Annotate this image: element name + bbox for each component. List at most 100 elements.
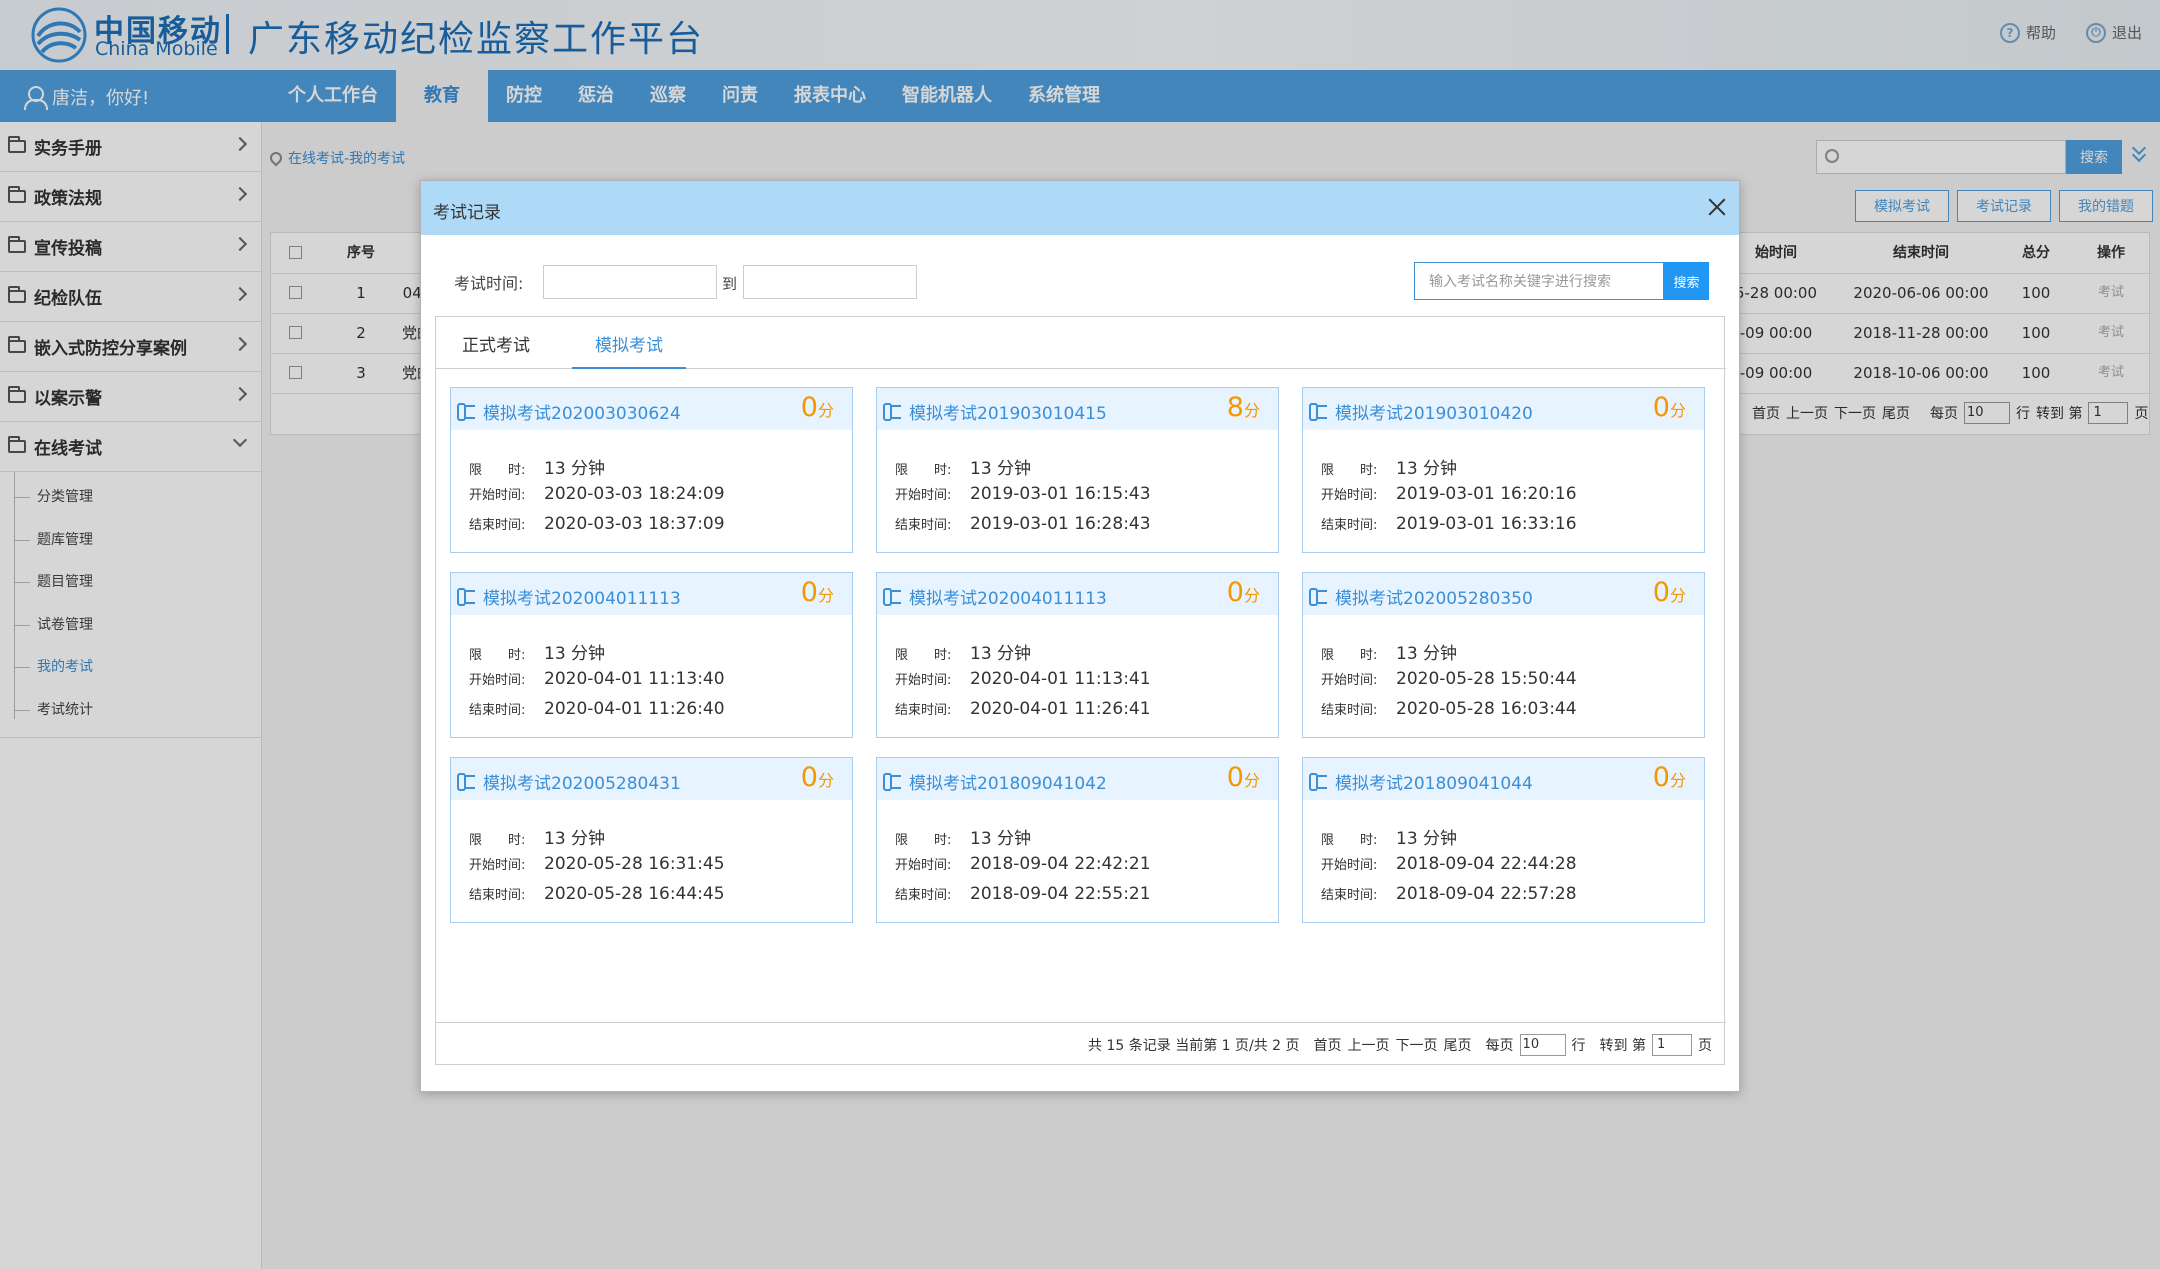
exam-record-card: 模拟考试201809041044 0分限 时: 13 分钟 开始时间: 2018-09-…	[1302, 757, 1705, 923]
exam-name-link[interactable]: 模拟考试202003030624	[483, 399, 681, 424]
close-icon[interactable]	[1705, 195, 1729, 219]
tab-formal-exam[interactable]: 正式考试	[446, 317, 546, 369]
time-limit-row: 限 时: 13 分钟	[469, 639, 605, 664]
exam-record-card: 模拟考试202005280350 0分限 时: 13 分钟 开始时间: 2020-05-…	[1302, 572, 1705, 738]
rows-unit-label: 行	[1571, 1038, 1586, 1054]
exam-list-icon	[883, 773, 901, 791]
end-date-input[interactable]	[743, 265, 917, 299]
page-unit-label: 页	[1698, 1038, 1712, 1054]
exam-score: 0分	[801, 762, 834, 793]
keyword-search-input[interactable]	[1414, 262, 1664, 300]
exam-name-link[interactable]: 模拟考试202004011113	[483, 584, 681, 609]
last-page-link[interactable]: 尾页	[1444, 1035, 1472, 1055]
start-date-input[interactable]	[543, 265, 717, 299]
exam-name-link[interactable]: 模拟考试202004011113	[909, 584, 1107, 609]
end-time-row: 结束时间: 2018-09-04 22:55:21	[895, 884, 1151, 904]
end-time-label: 结束时间:	[895, 703, 952, 718]
time-limit-row: 限 时: 13 分钟	[1321, 824, 1457, 849]
start-time-row: 开始时间: 2020-04-01 11:13:40	[469, 669, 725, 689]
start-time-row: 开始时间: 2020-05-28 15:50:44	[1321, 669, 1577, 689]
start-time-label: 开始时间:	[1321, 488, 1378, 503]
time-limit-row: 限 时: 13 分钟	[1321, 639, 1457, 664]
exam-record-card: 模拟考试201903010415 8分限 时: 13 分钟 开始时间: 2019-03-…	[876, 387, 1279, 553]
end-time-row: 结束时间: 2020-03-03 18:37:09	[469, 514, 725, 534]
time-limit-label: 限 时:	[469, 648, 526, 663]
exam-score: 0分	[1227, 762, 1260, 793]
end-time-value: 2019-03-01 16:28:43	[970, 514, 1151, 534]
time-limit-row: 限 时: 13 分钟	[895, 639, 1031, 664]
score-value: 0	[1226, 577, 1244, 608]
goto-page-input[interactable]: 1	[1652, 1034, 1692, 1056]
per-page-select[interactable]: 10	[1519, 1034, 1566, 1056]
exam-list-icon	[883, 403, 901, 421]
exam-name-link[interactable]: 模拟考试201903010415	[909, 399, 1107, 424]
end-time-label: 结束时间:	[895, 518, 952, 533]
start-time-value: 2020-03-03 18:24:09	[544, 484, 725, 504]
exam-time-label: 考试时间:	[454, 274, 524, 293]
time-limit-label: 限 时:	[1321, 648, 1378, 663]
exam-list-icon	[457, 588, 475, 606]
end-time-label: 结束时间:	[469, 703, 526, 718]
time-limit-label: 限 时:	[895, 463, 952, 478]
exam-name-link[interactable]: 模拟考试201903010420	[1335, 399, 1533, 424]
exam-record-card: 模拟考试202005280431 0分限 时: 13 分钟 开始时间: 2020-05-…	[450, 757, 853, 923]
next-page-link[interactable]: 下一页	[1396, 1035, 1438, 1055]
end-time-value: 2020-03-03 18:37:09	[544, 514, 725, 534]
exam-name-link[interactable]: 模拟考试201809041044	[1335, 769, 1533, 794]
time-limit-row: 限 时: 13 分钟	[469, 824, 605, 849]
end-time-label: 结束时间:	[1321, 518, 1378, 533]
exam-record-card: 模拟考试201903010420 0分限 时: 13 分钟 开始时间: 2019-03-…	[1302, 387, 1705, 553]
score-unit: 分	[817, 401, 834, 420]
end-time-value: 2020-05-28 16:44:45	[544, 884, 725, 904]
score-value: 0	[800, 762, 818, 793]
start-time-label: 开始时间:	[895, 673, 952, 688]
exam-list-icon	[457, 773, 475, 791]
card-header: 模拟考试201903010415 8分	[877, 388, 1278, 430]
pager-summary: 共 15 条记录 当前第 1 页/共 2 页	[1088, 1038, 1300, 1054]
exam-score: 0分	[801, 577, 834, 608]
time-limit-value: 13 分钟	[544, 829, 606, 849]
exam-record-card: 模拟考试202003030624 0分限 时: 13 分钟 开始时间: 2020-03-…	[450, 387, 853, 553]
start-time-row: 开始时间: 2020-04-01 11:13:41	[895, 669, 1151, 689]
score-value: 8	[1226, 392, 1244, 423]
score-value: 0	[800, 577, 818, 608]
start-time-value: 2020-04-01 11:13:41	[970, 669, 1151, 689]
prev-page-link[interactable]: 上一页	[1348, 1035, 1390, 1055]
start-time-label: 开始时间:	[895, 488, 952, 503]
end-time-value: 2020-05-28 16:03:44	[1396, 699, 1577, 719]
card-header: 模拟考试202004011113 0分	[451, 573, 852, 615]
exam-list-icon	[1309, 588, 1327, 606]
exam-list-icon	[1309, 403, 1327, 421]
exam-name-link[interactable]: 模拟考试202005280431	[483, 769, 681, 794]
end-time-row: 结束时间: 2019-03-01 16:28:43	[895, 514, 1151, 534]
exam-list-icon	[457, 403, 475, 421]
exam-type-tabs: 正式考试 模拟考试	[436, 317, 1726, 369]
start-time-row: 开始时间: 2019-03-01 16:15:43	[895, 484, 1151, 504]
card-header: 模拟考试202005280431 0分	[451, 758, 852, 800]
end-time-value: 2020-04-01 11:26:40	[544, 699, 725, 719]
exam-record-card: 模拟考试201809041042 0分限 时: 13 分钟 开始时间: 2018-09-…	[876, 757, 1279, 923]
time-limit-label: 限 时:	[469, 833, 526, 848]
keyword-search-button[interactable]: 搜索	[1664, 262, 1709, 300]
time-limit-value: 13 分钟	[970, 459, 1032, 479]
start-time-label: 开始时间:	[469, 488, 526, 503]
start-time-row: 开始时间: 2019-03-01 16:20:16	[1321, 484, 1577, 504]
exam-name-link[interactable]: 模拟考试201809041042	[909, 769, 1107, 794]
start-time-label: 开始时间:	[1321, 673, 1378, 688]
time-limit-value: 13 分钟	[1396, 459, 1458, 479]
start-time-row: 开始时间: 2018-09-04 22:42:21	[895, 854, 1151, 874]
tab-mock-exam[interactable]: 模拟考试	[572, 317, 686, 369]
time-limit-label: 限 时:	[469, 463, 526, 478]
score-value: 0	[1652, 392, 1670, 423]
modal-header: 考试记录	[421, 181, 1739, 235]
time-limit-value: 13 分钟	[544, 459, 606, 479]
time-limit-label: 限 时:	[895, 833, 952, 848]
to-label: 到	[722, 275, 738, 293]
time-limit-label: 限 时:	[895, 648, 952, 663]
end-time-value: 2018-09-04 22:55:21	[970, 884, 1151, 904]
first-page-link[interactable]: 首页	[1314, 1035, 1342, 1055]
card-header: 模拟考试201809041044 0分	[1303, 758, 1704, 800]
exam-name-link[interactable]: 模拟考试202005280350	[1335, 584, 1533, 609]
time-limit-value: 13 分钟	[1396, 829, 1458, 849]
end-time-row: 结束时间: 2020-04-01 11:26:41	[895, 699, 1151, 719]
